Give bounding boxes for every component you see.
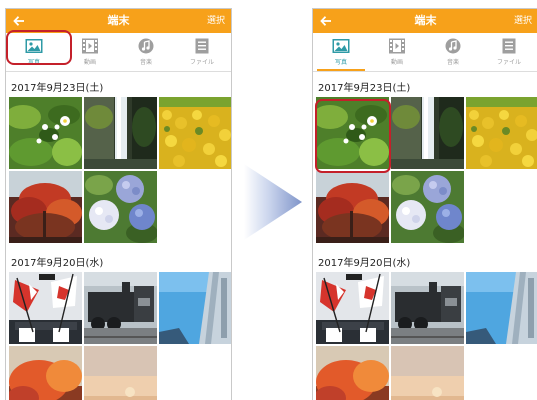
highlight-photo-tab <box>6 30 72 65</box>
photo-thumbnail-autumn-tree[interactable] <box>9 171 82 243</box>
music-icon <box>137 38 155 54</box>
tab-file[interactable]: ファイル <box>481 33 537 71</box>
tab-label: ファイル <box>189 59 214 66</box>
section-date: 2017年9月20日(水) <box>318 258 411 269</box>
photo-thumbnail-flags-event[interactable] <box>9 272 82 344</box>
photo-thumbnail-sunset-sky[interactable] <box>84 346 157 400</box>
active-tab-underline <box>317 69 365 71</box>
photo-thumbnail-red-tree[interactable] <box>9 346 82 400</box>
tab-film[interactable]: 動画 <box>369 33 425 71</box>
tab-label: 写真 <box>334 59 347 66</box>
tab-file[interactable]: ファイル <box>174 33 230 71</box>
section-date: 2017年9月20日(水) <box>11 258 104 269</box>
photo-icon <box>332 38 350 54</box>
file-icon <box>193 38 211 54</box>
photo-thumbnail-waterfall[interactable] <box>391 97 464 169</box>
photo-thumbnail-white-flower-leaves[interactable] <box>9 97 82 169</box>
section-date: 2017年9月23日(土) <box>11 83 104 94</box>
section-date: 2017年9月23日(土) <box>318 83 411 94</box>
phone-screen-after: 端末 選択写真 動画 音楽 ファイル 2017年9月23日(土) 2017年9月20日(水) <box>312 8 537 400</box>
photo-thumbnail-flags-event[interactable] <box>316 272 389 344</box>
tab-music[interactable]: 音楽 <box>118 33 174 71</box>
tab-music[interactable]: 音楽 <box>425 33 481 71</box>
tab-label: ファイル <box>496 59 521 66</box>
highlight-first-photo <box>315 99 391 173</box>
photo-thumbnail-sunset-sky[interactable] <box>391 346 464 400</box>
tab-label: 音楽 <box>139 59 152 66</box>
tab-label: 音楽 <box>446 59 459 66</box>
photo-thumbnail-red-tree[interactable] <box>316 346 389 400</box>
header-bar: 端末 選択 <box>313 9 537 33</box>
film-icon <box>388 38 406 54</box>
file-icon <box>500 38 518 54</box>
photo-thumbnail-skyscraper[interactable] <box>466 272 537 344</box>
select-button[interactable]: 選択 <box>207 9 225 33</box>
tab-label: 動画 <box>390 59 403 66</box>
photo-thumbnail-skyscraper[interactable] <box>159 272 231 344</box>
arrow-right-icon <box>244 164 302 240</box>
photo-thumbnail-yellow-flower-field[interactable] <box>466 97 537 169</box>
photo-thumbnail-steam-locomotive[interactable] <box>391 272 464 344</box>
photo-thumbnail-autumn-tree[interactable] <box>316 171 389 243</box>
photo-thumbnail-waterfall[interactable] <box>84 97 157 169</box>
photo-thumbnail-yellow-flower-field[interactable] <box>159 97 231 169</box>
media-tab-bar: 写真 動画 音楽 ファイル <box>313 33 537 72</box>
screen-title: 端末 <box>414 14 437 27</box>
select-button[interactable]: 選択 <box>514 9 532 33</box>
music-icon <box>444 38 462 54</box>
photo-thumbnail-hydrangea[interactable] <box>391 171 464 243</box>
photo-list: 2017年9月23日(土) 2017年9月20日(水) <box>6 72 231 400</box>
film-icon <box>81 38 99 54</box>
photo-thumbnail-steam-locomotive[interactable] <box>84 272 157 344</box>
photo-thumbnail-hydrangea[interactable] <box>84 171 157 243</box>
phone-screen-before: 端末 選択 写真 動画 音楽 ファイル 2017年9月23日(土) 2017年9月20日(水) <box>5 8 232 400</box>
tab-photo[interactable]: 写真 <box>313 33 369 71</box>
